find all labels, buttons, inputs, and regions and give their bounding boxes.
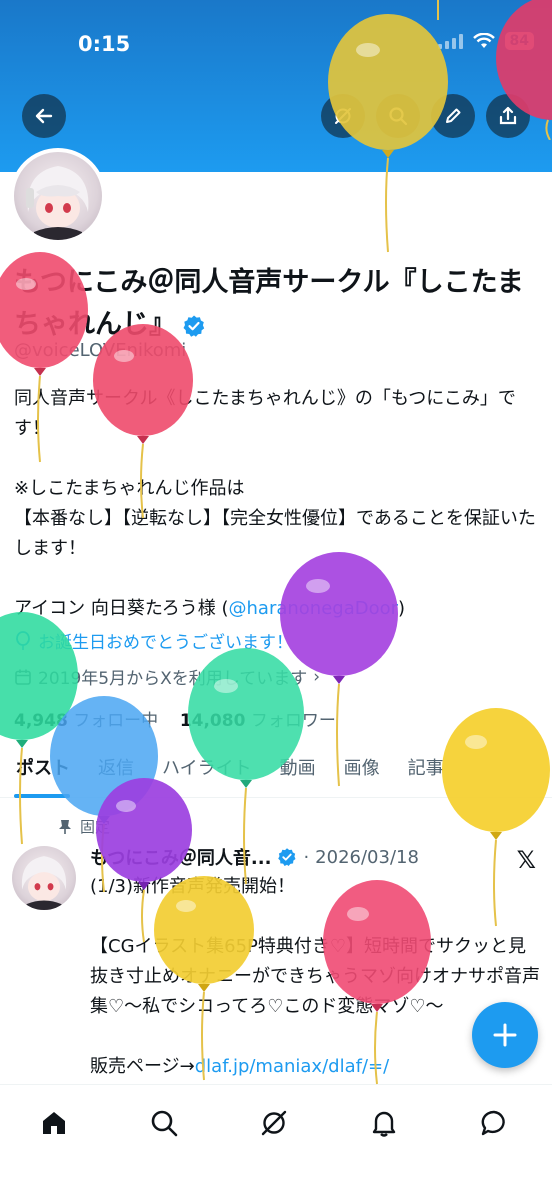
birthday-text: お誕生日おめでとうございます！	[38, 633, 293, 653]
bio-close-paren: )	[398, 598, 406, 619]
followers-link[interactable]: 14,080 フォロワー	[180, 711, 336, 731]
post-link-prefix: 販売ページ→	[90, 1056, 195, 1077]
profile-bio: 同人音声サークル《しこたまちゃれんじ》の「もつにこみ」です！ ※しこたまちゃれん…	[14, 384, 542, 624]
balloon-icon	[16, 630, 30, 650]
post-line: 【CGイラスト集65P特典付き♡】短時間でサクッと見抜き寸止めオナニーができちゃ…	[90, 936, 540, 1017]
x-logo-icon: 𝕏	[516, 846, 536, 874]
bio-line: 同人音声サークル《しこたまちゃれんじ》の「もつにこみ」です！	[14, 388, 516, 439]
following-link[interactable]: 4,948 フォロー中	[14, 711, 158, 731]
profile-banner	[0, 0, 552, 172]
nav-messages[interactable]	[474, 1103, 514, 1143]
post-line: (1/3)新作音声発売開始！	[90, 876, 296, 897]
follow-stats: 4,948 フォロー中 14,080 フォロワー	[14, 706, 336, 731]
post-link[interactable]: dlaf.jp/maniax/dlaf/=/	[195, 1056, 389, 1077]
notifications-icon	[372, 1111, 396, 1137]
birthday-row: お誕生日おめでとうございます！	[14, 628, 293, 653]
profile-avatar[interactable]	[10, 148, 106, 244]
post-date[interactable]: 2026/03/18	[315, 847, 419, 868]
tab-highlights[interactable]: ハイライト	[148, 752, 266, 798]
avatar-illustration	[26, 166, 89, 240]
nav-grok[interactable]	[254, 1103, 294, 1143]
post-author-name[interactable]: もつにこみ＠同人音...	[90, 844, 271, 870]
status-time: 0:15	[78, 32, 131, 56]
search-button[interactable]	[376, 94, 420, 138]
search-icon	[389, 107, 408, 126]
pinned-indicator: 固定	[58, 816, 110, 837]
display-name: もつにこみ＠同人音声サークル『しこたまちゃれんじ』	[14, 262, 544, 346]
post-author-avatar[interactable]	[12, 846, 76, 910]
compose-button[interactable]	[472, 1002, 538, 1068]
tab-images[interactable]: 画像	[330, 752, 394, 798]
nav-explore[interactable]	[144, 1103, 184, 1143]
joined-row[interactable]: 2019年5月からXを利用しています ›	[14, 664, 320, 689]
share-button[interactable]	[486, 94, 530, 138]
bio-line: 【本番なし】【逆転なし】【完全女性優位】であることを保証いたします！	[14, 508, 536, 559]
bio-line: ※しこたまちゃれんじ作品は	[14, 478, 245, 499]
pin-icon	[59, 819, 71, 834]
followers-count: 14,080	[179, 711, 246, 731]
post-header: もつにこみ＠同人音... · 2026/03/18	[90, 844, 419, 870]
nav-home[interactable]	[34, 1103, 74, 1143]
plus-icon	[493, 1023, 517, 1047]
chevron-right-icon: ›	[313, 666, 321, 687]
profile-handle: @voiceLOVEnikomi	[14, 340, 187, 361]
share-icon	[499, 106, 517, 125]
following-count: 4,948	[14, 711, 68, 731]
verified-badge-icon[interactable]	[182, 314, 206, 338]
status-indicators: 84	[437, 32, 534, 50]
post-separator: ·	[303, 846, 310, 868]
followers-label: フォロワー	[250, 711, 336, 731]
edit-icon	[446, 108, 461, 123]
following-label: フォロー中	[73, 711, 159, 731]
bottom-navigation	[0, 1084, 552, 1200]
back-button[interactable]	[22, 94, 66, 138]
pinned-label: 固定	[80, 818, 111, 836]
battery-indicator: 84	[504, 32, 534, 50]
tab-posts[interactable]: ポスト	[0, 752, 84, 798]
home-icon	[43, 1112, 65, 1134]
calendar-icon	[15, 669, 31, 685]
wifi-icon	[472, 33, 495, 48]
tab-replies[interactable]: 返信	[84, 752, 148, 798]
nav-notifications[interactable]	[364, 1103, 404, 1143]
bio-icon-credit: アイコン 向日葵たろう様 (	[14, 598, 229, 619]
tab-videos[interactable]: 動画	[266, 752, 330, 798]
display-name-text: もつにこみ＠同人音声サークル『しこたまちゃれんじ』	[14, 267, 524, 340]
profile-tabs: ポスト 返信 ハイライト 動画 画像 記事	[0, 752, 552, 798]
back-arrow-icon	[35, 108, 53, 124]
grok-nav-icon	[261, 1110, 287, 1136]
grok-button[interactable]	[321, 94, 365, 138]
grok-icon	[335, 108, 351, 124]
post-body[interactable]: (1/3)新作音声発売開始！ 【CGイラスト集65P特典付き♡】短時間でサクッと…	[90, 872, 542, 1082]
cellular-signal-icon	[437, 33, 463, 49]
messages-icon	[481, 1110, 505, 1136]
verified-badge-icon	[278, 848, 296, 866]
post-avatar-illustration	[21, 856, 67, 910]
explore-icon	[151, 1110, 178, 1137]
joined-text: 2019年5月からXを利用しています	[38, 669, 308, 689]
tab-articles[interactable]: 記事	[394, 752, 458, 798]
edit-button[interactable]	[431, 94, 475, 138]
bio-mention-link[interactable]: @haranonegaDoor	[229, 598, 399, 619]
